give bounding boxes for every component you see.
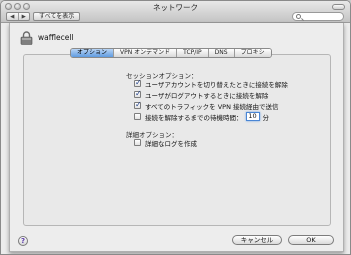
disconnect-on-logout-option[interactable]: ユーザがログアウトするときに接続を解除 (134, 89, 269, 100)
tab-tcp-ip[interactable]: TCP/IP (176, 49, 208, 57)
send-all-traffic-option[interactable]: すべてのトラフィックを VPN 接続経由で送信 (134, 100, 279, 111)
tab-dns[interactable]: DNS (207, 49, 234, 57)
vpn-lock-icon (20, 31, 33, 45)
verbose-logging-option[interactable]: 詳細なログを作成 (134, 138, 197, 148)
forward-button[interactable]: ▶ (17, 13, 30, 20)
option-label: すべてのトラフィックを VPN 接続経由で送信 (145, 102, 279, 111)
idle-minutes-field[interactable]: 10 (245, 112, 260, 121)
options-sheet: wafflecell オプション VPN オンデマンド TCP/IP DNS プ… (9, 23, 344, 252)
tab-bar: オプション VPN オンデマンド TCP/IP DNS プロキシ (70, 48, 272, 58)
back-button[interactable]: ◀ (7, 13, 18, 20)
option-label: 接続を解除するまでの待機時間： (145, 113, 243, 122)
option-label: 詳細なログを作成 (145, 139, 197, 148)
disconnect-on-logout-checkbox[interactable] (134, 89, 142, 98)
tab-proxies[interactable]: プロキシ (233, 49, 271, 57)
disconnect-on-user-switch-checkbox[interactable] (134, 78, 142, 87)
search-icon (296, 14, 301, 19)
nav-buttons: ◀ ▶ (6, 12, 30, 21)
idle-disconnect-checkbox[interactable] (134, 113, 141, 120)
idle-disconnect-option[interactable]: 接続を解除するまでの待機時間： 10 分 (134, 112, 270, 122)
toolbar-toggle-button[interactable] (332, 4, 345, 10)
show-all-button[interactable]: すべてを表示 (33, 12, 81, 21)
help-button[interactable]: ? (18, 236, 28, 246)
minutes-unit-label: 分 (262, 113, 270, 122)
disconnect-on-user-switch-option[interactable]: ユーザアカウントを切り替えたときに接続を解除 (134, 78, 288, 89)
interface-name: wafflecell (38, 33, 74, 42)
search-field[interactable] (292, 12, 344, 21)
send-all-traffic-checkbox[interactable] (134, 100, 142, 109)
title-bar: ネットワーク ◀ ▶ すべてを表示 (1, 1, 350, 23)
ok-button[interactable]: OK (288, 235, 334, 245)
option-label: ユーザがログアウトするときに接続を解除 (145, 91, 269, 100)
tab-options[interactable]: オプション (71, 49, 114, 57)
network-preferences-window: ネットワーク ◀ ▶ すべてを表示 wafflecell オプション VPN オ… (0, 0, 351, 255)
tab-vpn-on-demand[interactable]: VPN オンデマンド (113, 49, 177, 57)
cancel-button[interactable]: キャンセル (232, 235, 282, 245)
verbose-logging-checkbox[interactable] (134, 139, 141, 146)
option-label: ユーザアカウントを切り替えたときに接続を解除 (145, 80, 288, 89)
